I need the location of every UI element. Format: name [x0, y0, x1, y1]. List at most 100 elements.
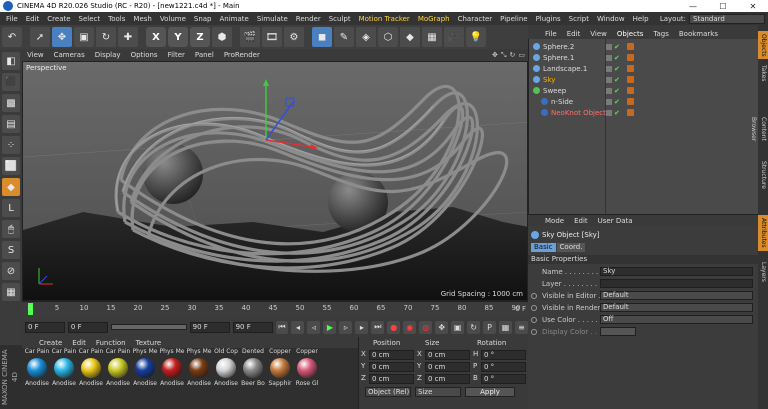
- material-preview-ball[interactable]: [162, 358, 182, 378]
- previous-frame-icon[interactable]: ◃: [307, 320, 321, 334]
- animate-radio[interactable]: [531, 293, 537, 299]
- rotation-field[interactable]: 0 °: [481, 362, 526, 372]
- editor-visibility-dot[interactable]: [606, 87, 612, 94]
- rotation-field[interactable]: 0 °: [481, 350, 526, 360]
- object-tag-icon[interactable]: [627, 109, 634, 116]
- material-preview-ball[interactable]: [216, 358, 236, 378]
- editor-visibility-dot[interactable]: [606, 98, 612, 105]
- undo-icon[interactable]: ↶: [2, 27, 22, 47]
- scale-tool-icon[interactable]: ▣: [74, 27, 94, 47]
- viewport-menu-prorender[interactable]: ProRender: [219, 51, 265, 59]
- object-tag-icon[interactable]: [627, 43, 634, 50]
- object-name[interactable]: Sweep: [543, 87, 611, 95]
- menu-script[interactable]: Script: [565, 15, 593, 23]
- camera-object-icon[interactable]: 🎥: [444, 27, 464, 47]
- enabled-check-icon[interactable]: ✔: [614, 109, 620, 117]
- y-axis-lock-button[interactable]: Y: [168, 27, 188, 47]
- visibility-flags[interactable]: ✔: [606, 98, 620, 106]
- x-axis-lock-button[interactable]: X: [146, 27, 166, 47]
- deformer-icon[interactable]: ◆: [400, 27, 420, 47]
- apply-button[interactable]: Apply: [465, 387, 515, 397]
- toggle-views-icon[interactable]: ▭: [518, 51, 525, 60]
- visibility-flags[interactable]: ✔: [606, 65, 620, 73]
- material-preview-ball[interactable]: [27, 358, 47, 378]
- viewport-menu-view[interactable]: View: [22, 51, 49, 59]
- menu-plugins[interactable]: Plugins: [532, 15, 565, 23]
- material-menu-edit[interactable]: Edit: [67, 339, 91, 347]
- tab-basic[interactable]: Basic: [531, 243, 556, 252]
- material-swatch[interactable]: Old Cop Anodise: [213, 348, 239, 409]
- array-icon[interactable]: ⬡: [378, 27, 398, 47]
- workplane-mode-icon[interactable]: ▤: [2, 115, 20, 133]
- points-mode-icon[interactable]: ⁘: [2, 136, 20, 154]
- go-to-end-icon[interactable]: ⏭: [371, 320, 385, 334]
- material-preview-ball[interactable]: [243, 358, 263, 378]
- viewport-menu-cameras[interactable]: Cameras: [49, 51, 90, 59]
- move-tool-icon[interactable]: ✥: [52, 27, 72, 47]
- menu-file[interactable]: File: [2, 15, 22, 23]
- object-menu-objects[interactable]: Objects: [612, 30, 648, 38]
- object-menu-edit[interactable]: Edit: [562, 30, 586, 38]
- object-row[interactable]: Sky ✔: [529, 74, 759, 85]
- maximize-button[interactable]: ☐: [708, 2, 738, 11]
- zoom-icon[interactable]: ⤡: [501, 51, 507, 60]
- attribute-use-color-field[interactable]: Off: [600, 315, 753, 324]
- edges-mode-icon[interactable]: ⬜: [2, 157, 20, 175]
- axis-mode-icon[interactable]: L: [2, 199, 20, 217]
- attribute-visible-in-editor-field[interactable]: Default: [600, 291, 753, 300]
- material-menu-create[interactable]: Create: [34, 339, 67, 347]
- menu-select[interactable]: Select: [75, 15, 105, 23]
- menu-snap[interactable]: Snap: [190, 15, 216, 23]
- animate-radio[interactable]: [531, 317, 537, 323]
- position-key-icon[interactable]: ✥: [435, 320, 449, 334]
- attribute-menu-mode[interactable]: Mode: [540, 217, 569, 225]
- next-key-icon[interactable]: ▸: [355, 320, 369, 334]
- object-row[interactable]: Sphere.1 ✔: [529, 52, 759, 63]
- live-selection-icon[interactable]: ➚: [30, 27, 50, 47]
- preview-min-field[interactable]: 0 F: [67, 321, 108, 333]
- material-swatch[interactable]: Car Pain Anodise: [24, 348, 50, 409]
- light-object-icon[interactable]: 💡: [466, 27, 486, 47]
- menu-edit[interactable]: Edit: [22, 15, 44, 23]
- cube-object-icon[interactable]: ◼: [312, 27, 332, 47]
- menu-window[interactable]: Window: [593, 15, 629, 23]
- workplane-lock-icon[interactable]: ⊘: [2, 262, 20, 280]
- material-swatch[interactable]: Car Pain Anodise: [78, 348, 104, 409]
- rotate-tool-icon[interactable]: ↻: [96, 27, 116, 47]
- material-swatch[interactable]: Car Pain Anodise: [105, 348, 131, 409]
- object-menu-view[interactable]: View: [585, 30, 612, 38]
- texture-mode-icon[interactable]: ▩: [2, 94, 20, 112]
- record-active-objects-icon[interactable]: ●: [387, 320, 401, 334]
- editor-visibility-dot[interactable]: [606, 54, 612, 61]
- attribute-visible-in-renderer-field[interactable]: Default: [600, 303, 753, 312]
- menu-pipeline[interactable]: Pipeline: [496, 15, 531, 23]
- side-tab-structure[interactable]: Structure: [758, 155, 768, 195]
- material-swatch[interactable]: Car Pain Anodise: [51, 348, 77, 409]
- attribute-menu-edit[interactable]: Edit: [569, 217, 593, 225]
- object-row[interactable]: Sphere.2 ✔: [529, 41, 759, 52]
- viewport-menu-display[interactable]: Display: [90, 51, 126, 59]
- floor-object-icon[interactable]: ▦: [422, 27, 442, 47]
- object-tag-icon[interactable]: [627, 65, 634, 72]
- preview-max-field[interactable]: 90 F: [189, 321, 230, 333]
- material-preview-ball[interactable]: [54, 358, 74, 378]
- z-axis-lock-button[interactable]: Z: [190, 27, 210, 47]
- previous-key-icon[interactable]: ◂: [291, 320, 305, 334]
- material-swatch[interactable]: Phys Me Anodise: [132, 348, 158, 409]
- object-tag-icon[interactable]: [627, 87, 634, 94]
- timeline[interactable]: 0 5 10 15 20 25 30 35 40 45 50 55 60 65 70 75 80 85 90 0 F: [22, 301, 528, 319]
- menu-volume[interactable]: Volume: [156, 15, 190, 23]
- enabled-check-icon[interactable]: ✔: [614, 76, 620, 84]
- model-mode-icon[interactable]: ⬛: [2, 73, 20, 91]
- object-name[interactable]: Sky: [543, 76, 611, 84]
- visibility-flags[interactable]: ✔: [606, 87, 620, 95]
- sphere-2-object[interactable]: [328, 172, 388, 232]
- size-mode-dropdown[interactable]: Size: [415, 387, 461, 397]
- menu-sculpt[interactable]: Sculpt: [325, 15, 355, 23]
- size-field[interactable]: 0 cm: [425, 350, 470, 360]
- preview-range-slider[interactable]: [110, 324, 187, 330]
- keyframe-selection-icon[interactable]: ◎: [419, 320, 433, 334]
- end-frame-field[interactable]: 90 F: [232, 321, 273, 333]
- side-tab-layers[interactable]: Layers: [758, 261, 768, 283]
- position-field[interactable]: 0 cm: [369, 362, 414, 372]
